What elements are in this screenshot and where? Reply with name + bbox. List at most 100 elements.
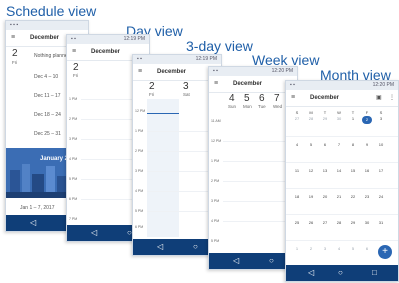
status-time: 12:19 PM	[195, 56, 217, 62]
month-day-cell[interactable]: 31	[376, 220, 386, 225]
home-icon[interactable]: ○	[193, 239, 198, 255]
current-time-column	[147, 99, 179, 237]
month-day-cell[interactable]: 6	[362, 246, 372, 251]
app-bar: ≡ December	[209, 76, 297, 93]
hour-label: 4 PM	[135, 189, 144, 193]
month-day-cell[interactable]: 18	[292, 194, 302, 199]
home-icon[interactable]: ○	[269, 253, 274, 269]
month-day-cell[interactable]: 7	[334, 142, 344, 147]
month-day-cell[interactable]: 2	[362, 116, 372, 124]
month-day-cell[interactable]: 1	[348, 116, 358, 121]
day-weekday: Fri	[12, 60, 18, 65]
month-day-cell[interactable]: 25	[292, 220, 302, 225]
day-number: 2	[12, 48, 18, 59]
day-number: 2	[149, 81, 155, 92]
day-number: 7	[274, 93, 280, 104]
month-day-cell[interactable]: 9	[362, 142, 372, 147]
app-bar: ≡ December ▣ ⋮	[286, 90, 398, 107]
month-day-cell[interactable]: 5	[348, 246, 358, 251]
hour-label: 1 PM	[211, 159, 220, 163]
day-weekday: Tue	[258, 104, 266, 109]
schedule-view-label: Schedule view	[6, 3, 97, 19]
month-dropdown[interactable]: December	[233, 76, 262, 92]
weekday-header: W	[337, 110, 341, 115]
month-day-cell[interactable]: 4	[292, 142, 302, 147]
month-day-cell[interactable]: 1	[292, 246, 302, 251]
hour-label: 12 PM	[211, 139, 222, 143]
month-day-cell[interactable]: 14	[334, 168, 344, 173]
menu-icon[interactable]: ≡	[291, 90, 295, 106]
month-day-cell[interactable]: 29	[348, 220, 358, 225]
hour-label: 6 PM	[69, 197, 78, 201]
month-day-cell[interactable]: 11	[292, 168, 302, 173]
month-day-cell[interactable]: 13	[320, 168, 330, 173]
month-day-cell[interactable]: 2	[306, 246, 316, 251]
menu-icon[interactable]: ≡	[11, 30, 15, 46]
back-icon[interactable]: ◁	[233, 253, 239, 269]
month-dropdown[interactable]: December	[30, 30, 59, 46]
hour-label: 2 PM	[69, 117, 78, 121]
month-day-cell[interactable]: 3	[376, 116, 386, 121]
notification-icons: ▪ ▪ ▪	[10, 22, 19, 28]
weekday-header: S	[379, 110, 383, 115]
week-range: Dec 11 – 17	[34, 93, 61, 99]
month-dropdown[interactable]: December	[91, 44, 120, 60]
day-weekday: Sun	[228, 104, 237, 109]
month-day-cell[interactable]: 12	[306, 168, 316, 173]
month-day-cell[interactable]: 27	[320, 220, 330, 225]
month-title[interactable]: December	[310, 90, 339, 106]
month-day-cell[interactable]: 29	[320, 116, 330, 121]
back-icon[interactable]: ◁	[308, 265, 314, 281]
month-day-cell[interactable]: 3	[320, 246, 330, 251]
month-day-cell[interactable]: 16	[362, 168, 372, 173]
menu-icon[interactable]: ≡	[138, 64, 142, 80]
month-day-cell[interactable]: 26	[306, 220, 316, 225]
week-range: Jan 1 – 7, 2017	[20, 205, 55, 211]
status-time: 12:19 PM	[123, 36, 145, 42]
month-dropdown[interactable]: December	[157, 64, 186, 80]
day-number: 3	[183, 81, 189, 92]
week-row-divider	[286, 188, 398, 189]
nav-bar: ◁ ○	[209, 253, 297, 269]
menu-icon[interactable]: ≡	[214, 76, 218, 92]
day-number: 6	[259, 93, 265, 104]
hour-label: 5 PM	[211, 239, 220, 243]
notification-icons: ▪ ▪	[71, 36, 76, 42]
month-day-cell[interactable]: 17	[376, 168, 386, 173]
month-day-cell[interactable]: 28	[306, 116, 316, 121]
notification-icons: ▪ ▪	[213, 68, 218, 74]
day-number: 5	[244, 93, 250, 104]
month-day-cell[interactable]: 24	[376, 194, 386, 199]
month-day-cell[interactable]: 8	[348, 142, 358, 147]
notification-icons: ▪ ▪	[290, 82, 295, 88]
hour-label: 3 PM	[211, 199, 220, 203]
month-day-cell[interactable]: 22	[348, 194, 358, 199]
month-day-cell[interactable]: 10	[376, 142, 386, 147]
month-day-cell[interactable]: 5	[306, 142, 316, 147]
back-icon[interactable]: ◁	[30, 215, 36, 231]
hour-label: 6 PM	[135, 225, 144, 229]
month-view-phone: ▪ ▪ 12:20 PM ≡ December ▣ ⋮ S M T W T F S 27 28 2…	[285, 80, 399, 282]
add-event-button[interactable]: +	[378, 245, 392, 259]
today-icon[interactable]: ▣	[376, 90, 382, 106]
month-day-cell[interactable]: 15	[348, 168, 358, 173]
month-day-cell[interactable]: 23	[362, 194, 372, 199]
month-day-cell[interactable]: 6	[320, 142, 330, 147]
month-day-cell[interactable]: 19	[306, 194, 316, 199]
month-day-cell[interactable]: 28	[334, 220, 344, 225]
month-day-cell[interactable]: 4	[334, 246, 344, 251]
menu-icon[interactable]: ≡	[72, 44, 76, 60]
back-icon[interactable]: ◁	[157, 239, 163, 255]
more-icon[interactable]: ⋮	[389, 90, 395, 106]
month-day-cell[interactable]: 27	[292, 116, 302, 121]
recent-apps-icon[interactable]: □	[372, 265, 377, 281]
day-weekday: Fri	[149, 92, 155, 97]
month-day-cell[interactable]: 20	[320, 194, 330, 199]
month-day-cell[interactable]: 21	[334, 194, 344, 199]
month-day-cell[interactable]: 30	[334, 116, 344, 121]
day-weekday: Sat	[183, 92, 190, 97]
week-row-divider	[286, 136, 398, 137]
home-icon[interactable]: ○	[338, 265, 343, 281]
month-day-cell[interactable]: 30	[362, 220, 372, 225]
back-icon[interactable]: ◁	[91, 225, 97, 241]
